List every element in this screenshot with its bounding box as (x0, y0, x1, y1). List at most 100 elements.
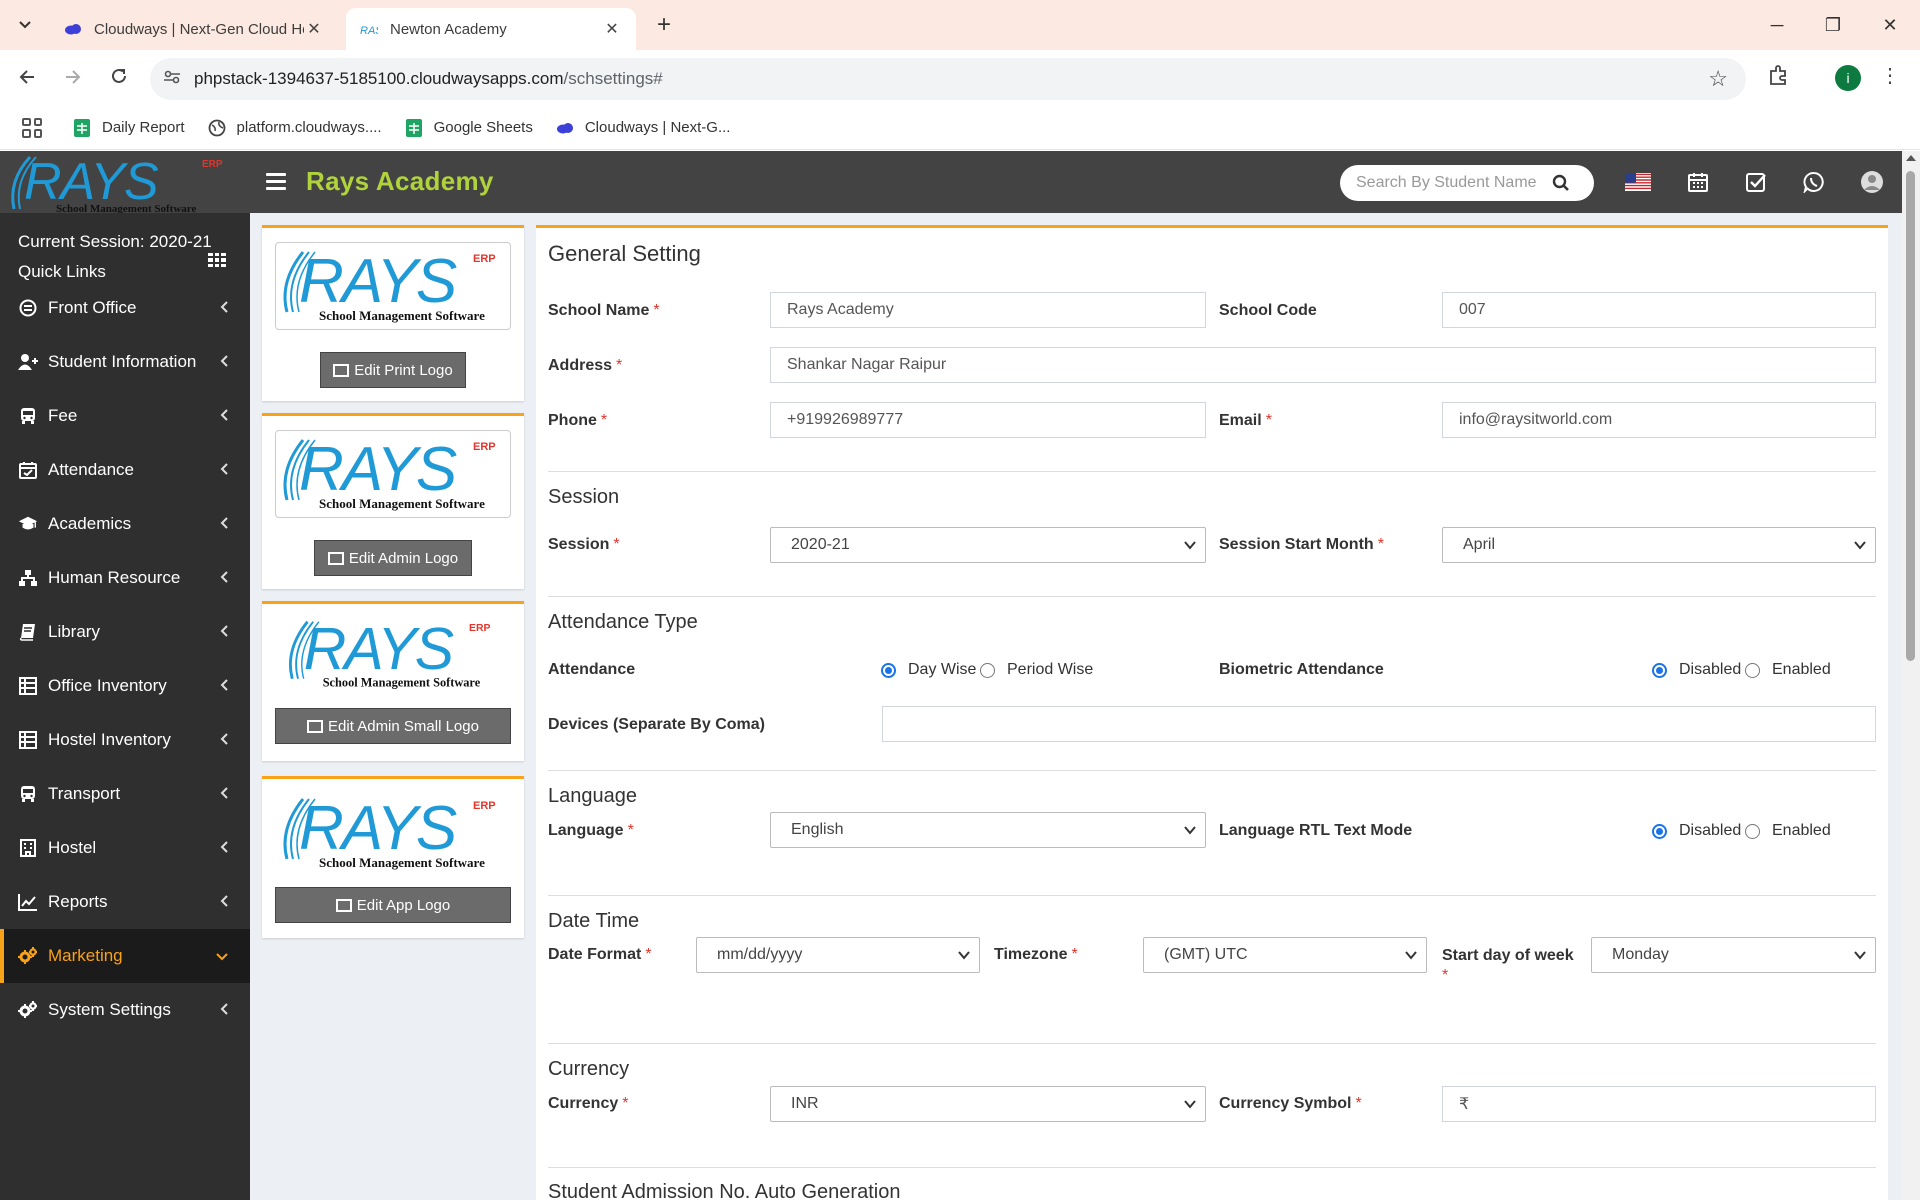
chevron-down-icon (1184, 541, 1196, 550)
inventory-icon (18, 730, 38, 750)
scroll-up-icon[interactable] (1906, 155, 1916, 161)
search-icon[interactable] (1546, 168, 1576, 198)
svg-text:ERP: ERP (469, 623, 490, 634)
url-text: phpstack-1394637-5185100.cloudwaysapps.c… (194, 69, 663, 89)
tab-cloudways[interactable]: Cloudways | Next-Gen Cloud Hosting ✕ (50, 8, 338, 50)
sidebar-item-hostel[interactable]: Hostel (0, 821, 250, 875)
close-icon[interactable]: ✕ (602, 19, 622, 39)
bookmark-platform-cloudways[interactable]: platform.cloudways.... (207, 118, 382, 138)
edit-app-logo-button[interactable]: Edit App Logo (275, 887, 511, 923)
user-avatar-icon[interactable] (1858, 168, 1886, 196)
admin-small-logo-image: RAYS ERP School Management Software (275, 616, 511, 692)
calendar-icon[interactable] (1684, 168, 1712, 196)
edit-admin-small-logo-button[interactable]: Edit Admin Small Logo (275, 708, 511, 744)
rays-logo-icon: RAYS ERP School Management Software (288, 617, 490, 689)
sidebar-item-label: Office Inventory (48, 676, 167, 695)
bookmark-daily-report[interactable]: Daily Report (72, 118, 185, 138)
forward-icon[interactable] (58, 64, 88, 94)
biometric-disabled-radio[interactable]: Disabled (1652, 661, 1741, 679)
sidebar-item-marketing[interactable]: Marketing (0, 929, 250, 983)
browser-tab-strip: Cloudways | Next-Gen Cloud Hosting ✕ RAS… (0, 0, 1920, 50)
tab-newton-academy[interactable]: RAS Newton Academy ✕ (346, 8, 636, 50)
reload-icon[interactable] (104, 64, 134, 94)
page-scrollbar[interactable] (1902, 151, 1920, 1200)
quick-links-grid-icon[interactable] (208, 253, 226, 267)
rtl-disabled-radio[interactable]: Disabled (1652, 822, 1741, 840)
sidebar-item-student-information[interactable]: Student Information (0, 335, 250, 389)
language-select[interactable]: English (770, 812, 1206, 848)
currency-symbol-input[interactable]: ₹ (1442, 1086, 1876, 1122)
restore-icon[interactable]: ❐ (1818, 10, 1848, 40)
school-code-input[interactable]: 007 (1442, 292, 1876, 328)
sidebar-item-attendance[interactable]: Attendance (0, 443, 250, 497)
language-section-title: Language (548, 785, 637, 807)
sidebar-item-hostel-inventory[interactable]: Hostel Inventory (0, 713, 250, 767)
devices-input[interactable] (882, 706, 1876, 742)
sidebar-item-office-inventory[interactable]: Office Inventory (0, 659, 250, 713)
sidebar-item-reports[interactable]: Reports (0, 875, 250, 929)
tab-search-button[interactable] (10, 10, 40, 40)
svg-text:RAYS: RAYS (299, 794, 457, 863)
url-bar[interactable]: phpstack-1394637-5185100.cloudwaysapps.c… (150, 58, 1746, 100)
sidebar-item-front-office[interactable]: Front Office (0, 281, 250, 335)
task-check-icon[interactable] (1742, 168, 1770, 196)
sidebar-item-label: Library (48, 622, 100, 641)
apps-grid-icon[interactable] (22, 117, 42, 138)
session-select[interactable]: 2020-21 (770, 527, 1206, 563)
student-search-input[interactable] (1356, 174, 1546, 192)
bookmark-label: Daily Report (102, 119, 185, 136)
line-chart-icon (18, 892, 38, 912)
date-format-select[interactable]: mm/dd/yyyy (696, 937, 980, 973)
radio-selected-icon (1652, 662, 1667, 678)
chevron-left-icon (220, 732, 228, 748)
sidebar-toggle-button[interactable] (266, 169, 286, 195)
address-input[interactable]: Shankar Nagar Raipur (770, 347, 1876, 383)
bookmark-cloudways[interactable]: Cloudways | Next-G... (555, 118, 730, 138)
extensions-icon[interactable] (1768, 64, 1794, 90)
sidebar-item-label: Marketing (48, 946, 123, 965)
start-month-value: April (1463, 536, 1496, 553)
biometric-enabled-radio[interactable]: Enabled (1745, 661, 1831, 679)
edit-print-logo-button[interactable]: Edit Print Logo (320, 352, 466, 388)
svg-text:RAYS: RAYS (299, 247, 457, 316)
site-info-icon[interactable] (150, 70, 194, 88)
sidebar-item-library[interactable]: Library (0, 605, 250, 659)
browser-menu-icon[interactable]: ⋮ (1880, 62, 1900, 90)
scrollbar-thumb[interactable] (1906, 171, 1915, 661)
us-flag-icon[interactable] (1624, 168, 1652, 196)
svg-text:ERP: ERP (473, 441, 496, 453)
sidebar-item-academics[interactable]: Academics (0, 497, 250, 551)
sidebar-item-transport[interactable]: Transport (0, 767, 250, 821)
period-wise-radio[interactable]: Period Wise (980, 661, 1093, 679)
back-icon[interactable] (12, 64, 42, 94)
chevron-left-icon (220, 354, 228, 370)
edit-print-logo-label: Edit Print Logo (354, 361, 453, 379)
minimize-icon[interactable]: ─ (1762, 10, 1792, 40)
session-start-month-select[interactable]: April (1442, 527, 1876, 563)
whatsapp-icon[interactable] (1800, 168, 1828, 196)
sidebar-item-fee[interactable]: Fee (0, 389, 250, 443)
close-icon[interactable]: ✕ (304, 19, 324, 39)
attendance-type-title: Attendance Type (548, 611, 698, 633)
gears-icon (18, 1000, 38, 1020)
sidebar-item-system-settings[interactable]: System Settings (0, 983, 250, 1037)
school-name-input[interactable]: Rays Academy (770, 292, 1206, 328)
email-input[interactable]: info@raysitworld.com (1442, 402, 1876, 438)
divider (548, 1167, 1876, 1168)
bookmark-star-icon[interactable]: ☆ (1708, 66, 1728, 92)
divider (548, 471, 1876, 472)
window-close-icon[interactable]: ✕ (1875, 10, 1905, 40)
sidebar-item-human-resource[interactable]: Human Resource (0, 551, 250, 605)
edit-admin-logo-button[interactable]: Edit Admin Logo (314, 540, 472, 576)
day-wise-radio[interactable]: Day Wise (881, 661, 976, 679)
start-day-select[interactable]: Monday (1591, 937, 1876, 973)
timezone-select[interactable]: (GMT) UTC (1143, 937, 1427, 973)
phone-input[interactable]: +919926989777 (770, 402, 1206, 438)
profile-avatar[interactable]: i (1835, 65, 1861, 91)
currency-select[interactable]: INR (770, 1086, 1206, 1122)
rtl-enabled-radio[interactable]: Enabled (1745, 822, 1831, 840)
new-tab-button[interactable]: + (650, 12, 678, 40)
rays-logo[interactable]: RAYS ERP School Management Software (0, 151, 250, 213)
bookmark-google-sheets[interactable]: Google Sheets (404, 118, 533, 138)
attendance-label: Attendance (548, 661, 636, 678)
